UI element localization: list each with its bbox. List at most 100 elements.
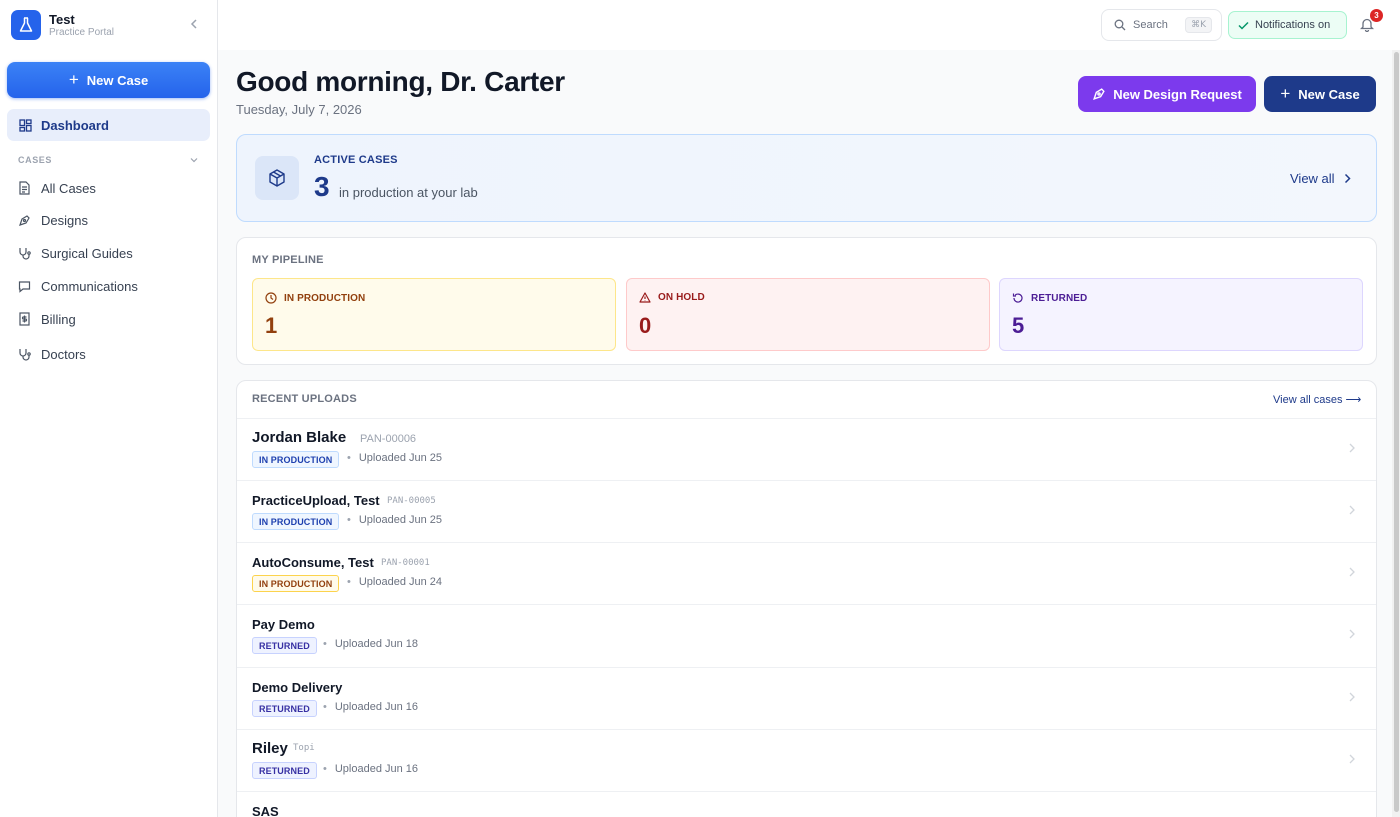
active-cases-description: in production at your lab <box>339 185 478 200</box>
sidebar: Test Practice Portal + New Case Dashboar… <box>0 0 218 817</box>
pipeline-card-on-hold[interactable]: ON HOLD 0 <box>626 278 990 351</box>
receipt-icon <box>19 312 30 326</box>
upload-date: Uploaded Jun 16 <box>323 701 418 713</box>
sidebar-item-doctors[interactable]: Doctors <box>18 344 86 364</box>
chevron-left-icon <box>190 19 197 29</box>
warning-icon <box>639 292 651 303</box>
brand-subtitle: Practice Portal <box>49 26 115 38</box>
sidebar-item-billing[interactable]: Billing <box>18 309 76 329</box>
search-shortcut: ⌘K <box>1185 17 1212 33</box>
sidebar-item-designs[interactable]: Designs <box>18 210 88 230</box>
new-design-request-button[interactable]: New Design Request <box>1078 76 1256 112</box>
collapse-sidebar-button[interactable] <box>187 17 201 31</box>
plus-icon: + <box>1280 84 1291 103</box>
sidebar-item-label: Doctors <box>41 346 86 362</box>
chevron-down-icon <box>190 158 198 163</box>
chevron-right-icon <box>1349 443 1355 453</box>
current-date: Tuesday, July 7, 2026 <box>236 102 362 117</box>
pipeline-card-value: 5 <box>1012 313 1025 338</box>
case-patient-name: Demo Delivery <box>252 680 343 695</box>
recent-uploads-title: RECENT UPLOADS <box>252 393 357 405</box>
notifications-label: Notifications on <box>1255 19 1331 31</box>
sidebar-item-label: All Cases <box>41 180 96 196</box>
case-id: Topi <box>293 743 315 753</box>
document-icon <box>19 181 30 195</box>
list-item[interactable]: PracticeUpload, Test PAN-00005 IN PRODUC… <box>237 480 1376 542</box>
pipeline-card-value: 0 <box>639 313 652 338</box>
chevron-right-icon <box>1349 692 1355 702</box>
pipeline-title: MY PIPELINE <box>252 254 324 266</box>
new-case-label: New Case <box>1298 86 1360 102</box>
sidebar-item-label: Designs <box>41 212 88 228</box>
view-all-label: View all <box>1290 171 1335 186</box>
pipeline-card-in-production[interactable]: IN PRODUCTION 1 <box>252 278 616 351</box>
upload-date: Uploaded Jun 18 <box>323 638 418 650</box>
view-all-cases-link[interactable]: View all cases ⟶ <box>1273 393 1361 406</box>
sidebar-item-communications[interactable]: Communications <box>18 276 138 296</box>
view-all-link[interactable]: View all <box>1290 171 1351 186</box>
upload-date: Uploaded Jun 24 <box>347 576 442 588</box>
upload-date: Uploaded Jun 25 <box>347 514 442 526</box>
sidebar-item-dashboard[interactable]: Dashboard <box>7 109 210 141</box>
package-icon <box>255 156 299 200</box>
flask-icon <box>11 10 41 40</box>
notification-count-badge: 3 <box>1370 9 1383 22</box>
case-patient-name: AutoConsume, Test <box>252 555 374 570</box>
new-case-header-button[interactable]: + New Case <box>1264 76 1376 112</box>
list-item[interactable]: AutoConsume, Test PAN-00001 IN PRODUCTIO… <box>237 542 1376 604</box>
upload-date: Uploaded Jun 25 <box>347 452 442 464</box>
dashboard-icon <box>19 118 32 132</box>
new-case-button[interactable]: + New Case <box>7 62 210 98</box>
check-icon <box>1238 21 1249 30</box>
sidebar-item-label: Billing <box>41 311 76 327</box>
case-id: PAN-00005 <box>387 496 436 506</box>
refresh-icon <box>1012 293 1023 303</box>
case-id: PAN-00006 <box>360 433 417 445</box>
list-item[interactable]: Riley Topi RETURNED Uploaded Jun 16 <box>237 729 1376 791</box>
chevron-right-icon <box>1349 505 1355 515</box>
sidebar-item-label: Surgical Guides <box>41 245 133 261</box>
active-cases-card: ACTIVE CASES 3 in production at your lab… <box>236 134 1377 222</box>
list-item[interactable]: Jordan Blake PAN-00006 IN PRODUCTION Upl… <box>237 418 1376 480</box>
pipeline-card-returned[interactable]: RETURNED 5 <box>999 278 1363 351</box>
sidebar-item-surgical-guides[interactable]: Surgical Guides <box>18 243 133 263</box>
pen-tool-icon <box>1093 88 1105 100</box>
clock-icon <box>265 292 277 304</box>
upload-date: Uploaded Jun 16 <box>323 763 418 775</box>
pipeline-card-label: RETURNED <box>1031 292 1088 304</box>
sidebar-item-label: Communications <box>41 278 138 294</box>
list-item[interactable]: Demo Delivery RETURNED Uploaded Jun 16 <box>237 667 1376 729</box>
topbar: Search ⌘K Notifications on 3 <box>218 0 1400 50</box>
case-id: PAN-00001 <box>381 558 430 568</box>
stethoscope-icon <box>19 247 31 260</box>
chevron-right-icon <box>1349 629 1355 639</box>
brand-title: Test <box>49 11 75 27</box>
status-badge: IN PRODUCTION <box>252 451 340 468</box>
chevron-right-icon <box>1349 754 1355 764</box>
pipeline-card-label: IN PRODUCTION <box>284 292 366 304</box>
chevron-right-icon <box>1344 173 1351 184</box>
status-badge: IN PRODUCTION <box>252 513 340 530</box>
chevron-right-icon <box>1349 567 1355 577</box>
section-label: CASES <box>18 155 53 165</box>
search-button[interactable]: Search ⌘K <box>1101 9 1222 41</box>
list-item[interactable]: SAS <box>237 791 1376 817</box>
section-cases[interactable]: CASES <box>18 155 198 165</box>
sidebar-item-all-cases[interactable]: All Cases <box>18 178 96 198</box>
status-badge: RETURNED <box>252 637 317 654</box>
list-item[interactable]: Pay Demo RETURNED Uploaded Jun 18 <box>237 604 1376 666</box>
case-patient-name: SAS <box>252 804 279 817</box>
active-cases-label: ACTIVE CASES <box>314 154 398 166</box>
search-icon <box>1114 19 1126 31</box>
notifications-toggle[interactable]: Notifications on <box>1228 11 1347 39</box>
brand[interactable]: Test Practice Portal <box>11 10 114 40</box>
sidebar-item-label: Dashboard <box>41 117 109 133</box>
case-patient-name: Jordan Blake <box>252 429 347 446</box>
status-badge: IN PRODUCTION <box>252 575 340 592</box>
new-case-label: New Case <box>86 72 149 88</box>
scrollbar-thumb[interactable] <box>1394 52 1399 812</box>
case-patient-name: Riley <box>252 740 288 757</box>
pipeline-card-value: 1 <box>265 313 278 338</box>
stethoscope-icon <box>19 348 31 361</box>
status-badge: RETURNED <box>252 700 317 717</box>
